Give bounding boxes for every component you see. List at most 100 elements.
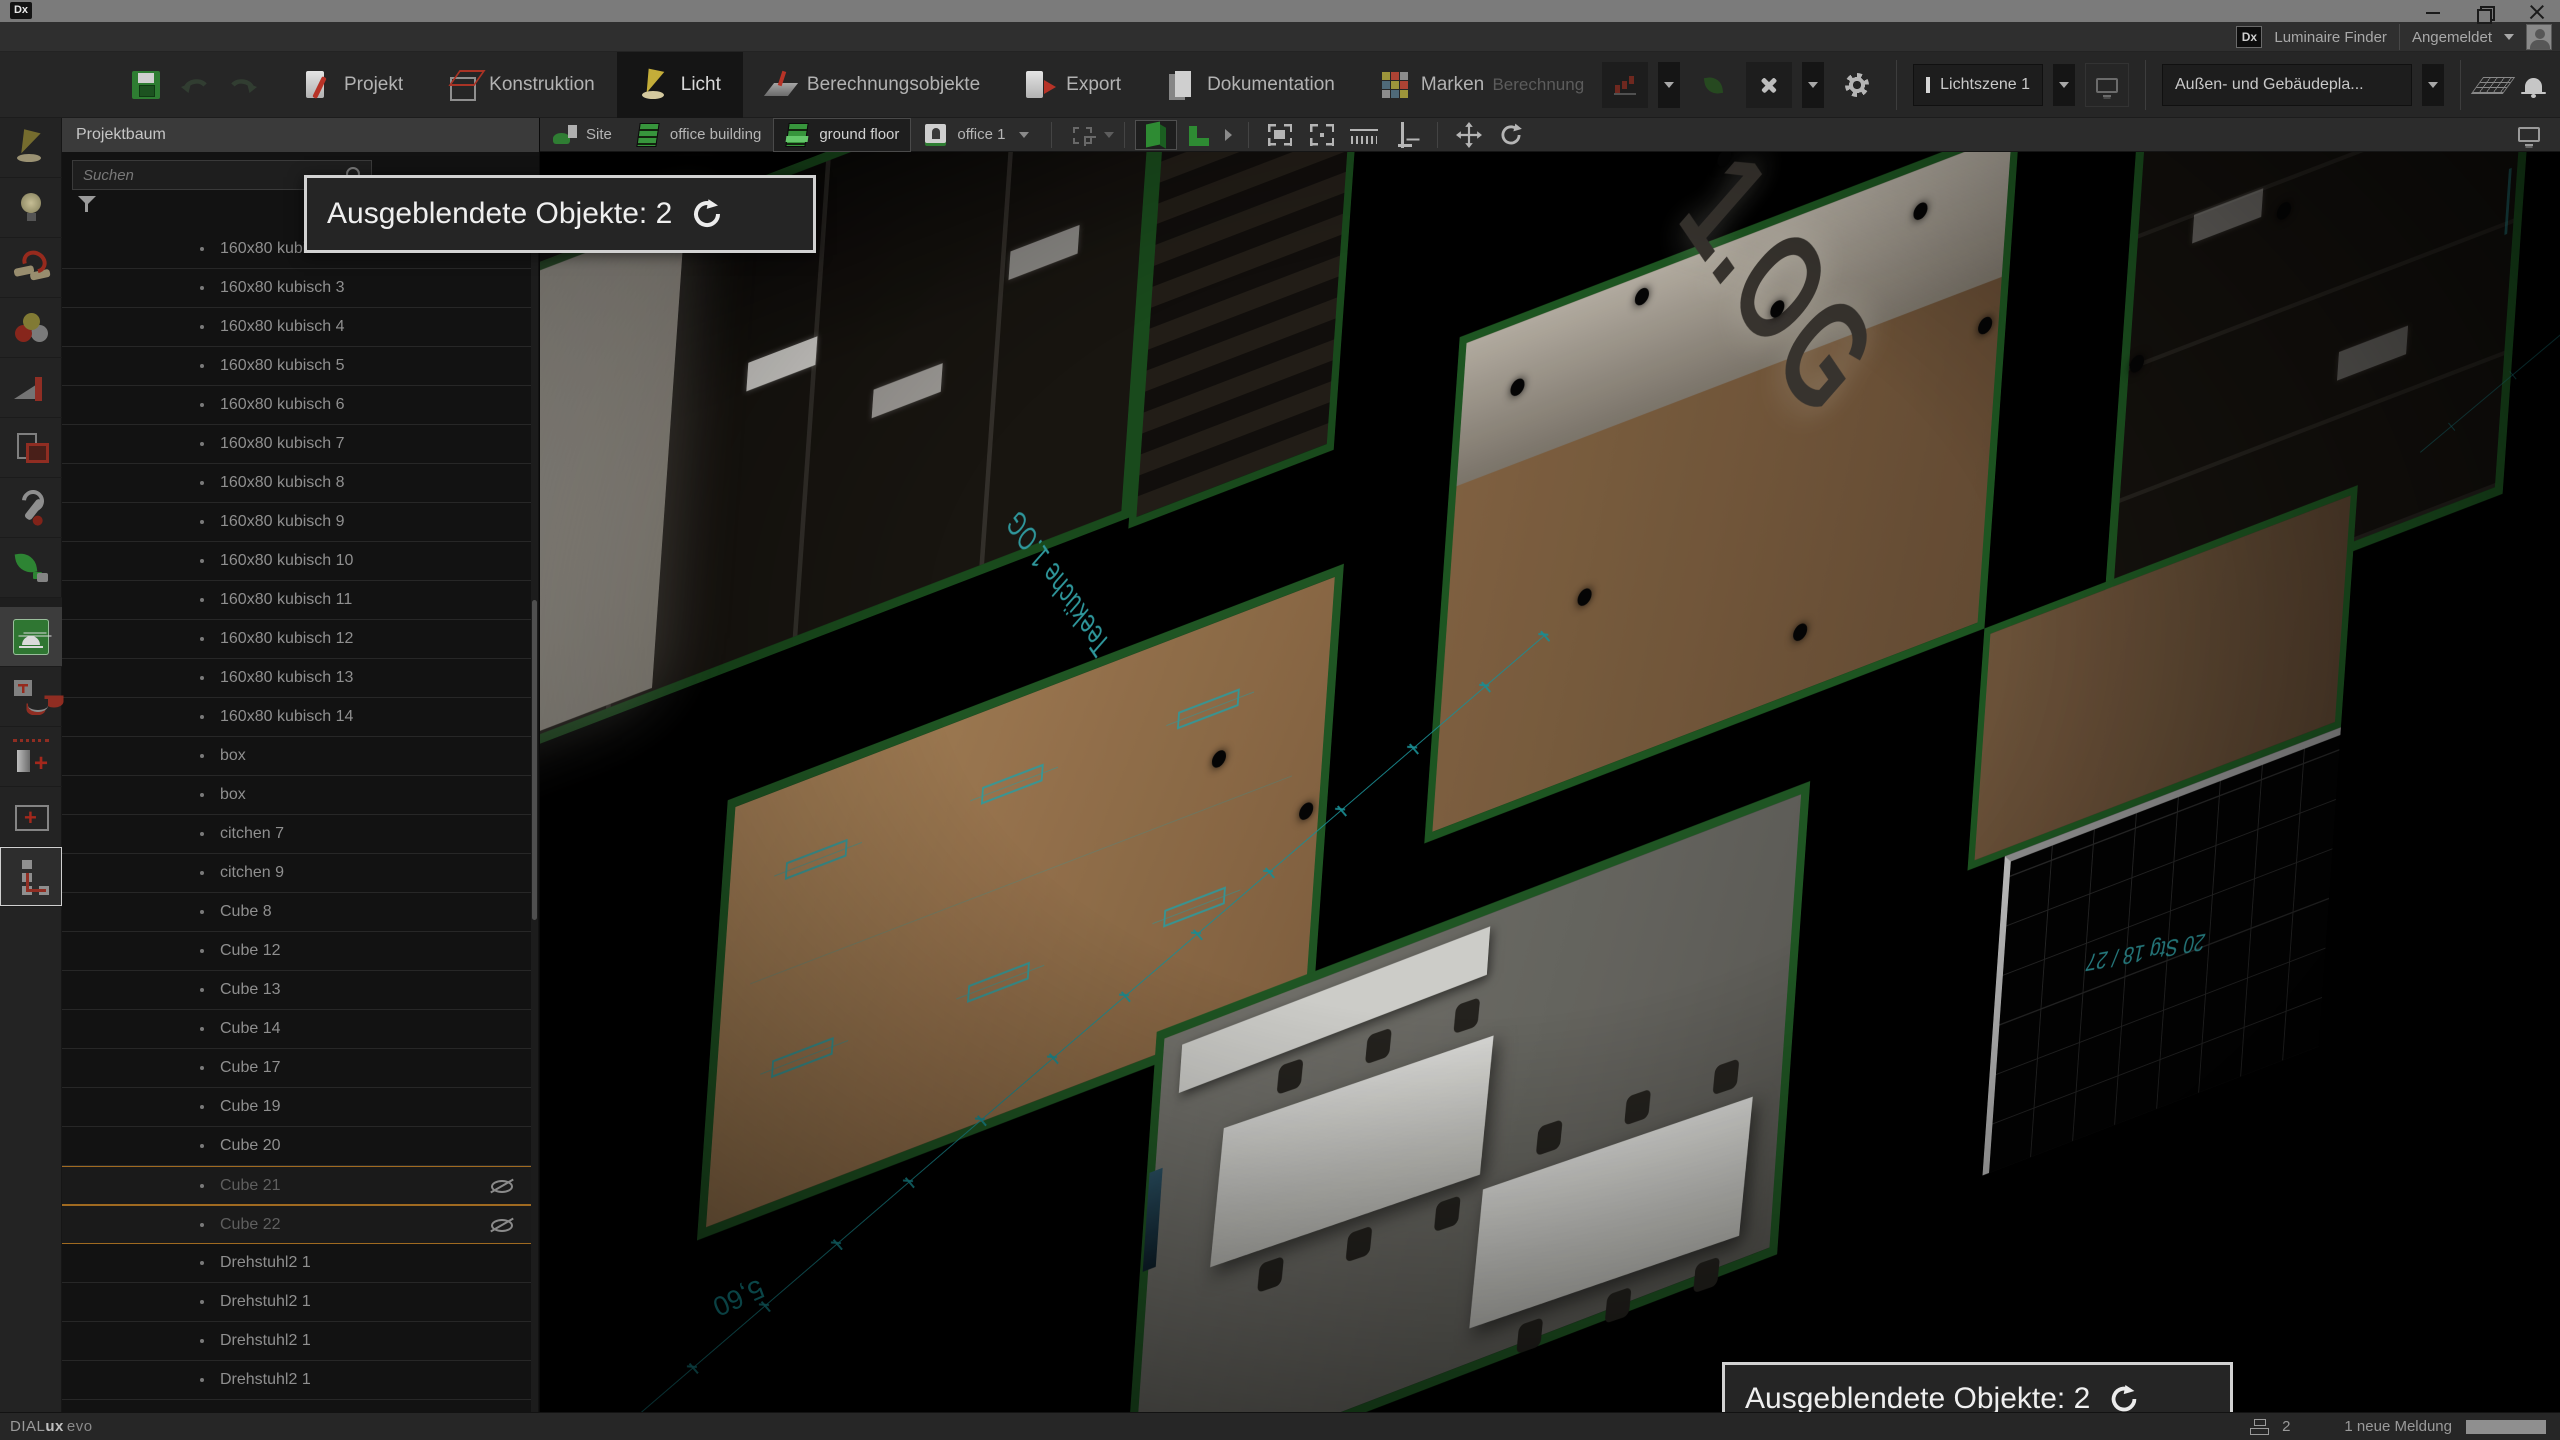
tree-item[interactable]: Drehstuhl2 1 xyxy=(62,1322,531,1361)
hidden-eye-icon[interactable] xyxy=(491,1219,513,1232)
rotate-view-button[interactable] xyxy=(1490,120,1532,150)
tool-falsecolor[interactable] xyxy=(0,358,62,418)
account-status[interactable]: Angemeldet xyxy=(2412,29,2492,46)
tree-item[interactable]: box xyxy=(62,737,531,776)
planning-mode-select[interactable]: Außen- und Gebäudepla... xyxy=(2162,64,2412,106)
tool-color[interactable] xyxy=(0,298,62,358)
lightscene-select[interactable]: Lichtszene 1 xyxy=(1913,64,2043,106)
tool-spotlight[interactable] xyxy=(0,118,62,178)
section-tool-button[interactable] xyxy=(1062,120,1104,150)
calculation-results-button[interactable] xyxy=(1602,62,1648,108)
restore-icon[interactable] xyxy=(2472,1,2498,21)
tree-item[interactable]: Cube 17 xyxy=(62,1049,531,1088)
tree-item[interactable]: 160x80 kubisch 5 xyxy=(62,347,531,386)
tree-item[interactable]: 160x80 kubisch 10 xyxy=(62,542,531,581)
refresh-icon[interactable] xyxy=(688,195,726,233)
tree-item[interactable]: Cube 19 xyxy=(62,1088,531,1127)
tree-item[interactable]: 160x80 kubisch 3 xyxy=(62,269,531,308)
tab-berechnungsobjekte[interactable]: Berechnungsobjekte xyxy=(743,52,1002,118)
tree-item[interactable]: citchen 7 xyxy=(62,815,531,854)
tab-projekt[interactable]: Projekt xyxy=(280,52,425,118)
tree-item[interactable]: Cube 20 xyxy=(62,1127,531,1166)
scrollbar-thumb[interactable] xyxy=(532,600,537,920)
close-icon[interactable] xyxy=(2524,1,2550,21)
measure-vertical-button[interactable] xyxy=(1385,120,1427,150)
tree-item[interactable]: box xyxy=(62,776,531,815)
tree-item[interactable]: Drehstuhl2 1 xyxy=(62,1361,531,1400)
tree-item[interactable]: Cube 14 xyxy=(62,1010,531,1049)
tree-item[interactable]: Cube 12 xyxy=(62,932,531,971)
minimize-icon[interactable] xyxy=(2420,1,2446,21)
breadcrumb-site[interactable]: Site xyxy=(540,118,624,152)
tool-orientation[interactable] xyxy=(0,238,62,298)
section-caret-icon[interactable] xyxy=(1104,132,1114,138)
hidden-eye-icon[interactable] xyxy=(491,1180,513,1193)
cancel-caret[interactable] xyxy=(1802,62,1824,108)
tree-item[interactable]: Cube 13 xyxy=(62,971,531,1010)
tool-column[interactable] xyxy=(0,727,62,787)
planning-mode-caret[interactable] xyxy=(2422,64,2444,106)
tree-item[interactable]: Drehstuhl2 1 xyxy=(62,1244,531,1283)
more-views-icon[interactable] xyxy=(1225,129,1232,141)
view-3d-button[interactable] xyxy=(1135,120,1177,150)
tree-scrollbar[interactable] xyxy=(531,230,538,1412)
tool-area[interactable] xyxy=(0,787,62,847)
tree-item[interactable]: 160x80 kubisch 12 xyxy=(62,620,531,659)
cancel-calculation-button[interactable] xyxy=(1746,62,1792,108)
tab-export[interactable]: Export xyxy=(1002,52,1143,118)
tree-item[interactable]: Cube 22 xyxy=(62,1205,531,1244)
tree-item[interactable]: Cube 21 xyxy=(62,1166,531,1205)
tree-item[interactable]: 160x80 kubisch 7 xyxy=(62,425,531,464)
tool-daylight[interactable] xyxy=(0,607,62,667)
view-plan-button[interactable] xyxy=(1177,120,1219,150)
account-caret-icon[interactable] xyxy=(2504,34,2514,40)
viewport-3d[interactable]: 1.OG Teeküche 1.OG 20 Stg 18 / 27 xyxy=(540,152,2560,1412)
menu-item-datei[interactable] xyxy=(14,33,44,41)
breadcrumb-floor[interactable]: ground floor xyxy=(773,118,911,152)
tool-copy-object[interactable] xyxy=(0,418,62,478)
breadcrumb-building[interactable]: office building xyxy=(624,118,773,152)
breadcrumb-room[interactable]: office 1 xyxy=(911,118,1041,152)
menu-item-ansicht[interactable] xyxy=(104,33,134,41)
menu-item-bearbeiten[interactable] xyxy=(44,33,74,41)
avatar[interactable] xyxy=(2526,24,2552,50)
tree-item[interactable]: 160x80 kubisch 13 xyxy=(62,659,531,698)
tree-item[interactable]: 160x80 kubisch 14 xyxy=(62,698,531,737)
pan-button[interactable] xyxy=(1448,120,1490,150)
tab-konstruktion[interactable]: Konstruktion xyxy=(425,52,617,118)
tool-hierarchy[interactable] xyxy=(0,847,62,907)
luminaire-finder-link[interactable]: Luminaire Finder xyxy=(2274,29,2387,46)
tree-item[interactable]: 160x80 kubisch 11 xyxy=(62,581,531,620)
tree-item[interactable]: 160x80 kubisch 8 xyxy=(62,464,531,503)
tab-marken[interactable]: Marken xyxy=(1357,52,1506,118)
tool-text-label[interactable] xyxy=(0,667,62,727)
bell-icon[interactable] xyxy=(2525,78,2542,92)
notification-message[interactable]: 1 neue Meldung xyxy=(2344,1418,2452,1435)
tree-item[interactable]: 160x80 kubisch 6 xyxy=(62,386,531,425)
settings-button[interactable] xyxy=(1834,62,1880,108)
display-settings-button[interactable] xyxy=(2508,120,2550,150)
lightscene-caret[interactable] xyxy=(2053,64,2075,106)
zoom-selection-button[interactable] xyxy=(1301,120,1343,150)
network-icon[interactable] xyxy=(2250,1419,2268,1435)
energy-button[interactable] xyxy=(1690,62,1736,108)
calculation-caret[interactable] xyxy=(1658,62,1680,108)
zoom-fit-button[interactable] xyxy=(1259,120,1301,150)
tool-maintenance[interactable] xyxy=(0,478,62,538)
save-button[interactable] xyxy=(132,71,160,99)
tool-lamp[interactable] xyxy=(0,178,62,238)
tree-item[interactable]: 160x80 kubisch 4 xyxy=(62,308,531,347)
menu-item-hilfe[interactable] xyxy=(134,33,164,41)
tab-licht[interactable]: Licht xyxy=(617,52,743,118)
redo-icon[interactable] xyxy=(228,72,260,98)
tree-item[interactable]: Cube 8 xyxy=(62,893,531,932)
undo-icon[interactable] xyxy=(178,72,210,98)
tree-item[interactable]: Drehstuhl2 1 xyxy=(62,1283,531,1322)
tree-item[interactable]: 160x80 kubisch 9 xyxy=(62,503,531,542)
tool-energy[interactable] xyxy=(0,538,62,598)
menu-item-wechsel-zu[interactable] xyxy=(74,33,104,41)
solar-panel-icon[interactable] xyxy=(2471,77,2515,94)
tab-dokumentation[interactable]: Dokumentation xyxy=(1143,52,1357,118)
lightscene-monitor-button[interactable] xyxy=(2085,63,2129,107)
measure-horizontal-button[interactable] xyxy=(1343,120,1385,150)
